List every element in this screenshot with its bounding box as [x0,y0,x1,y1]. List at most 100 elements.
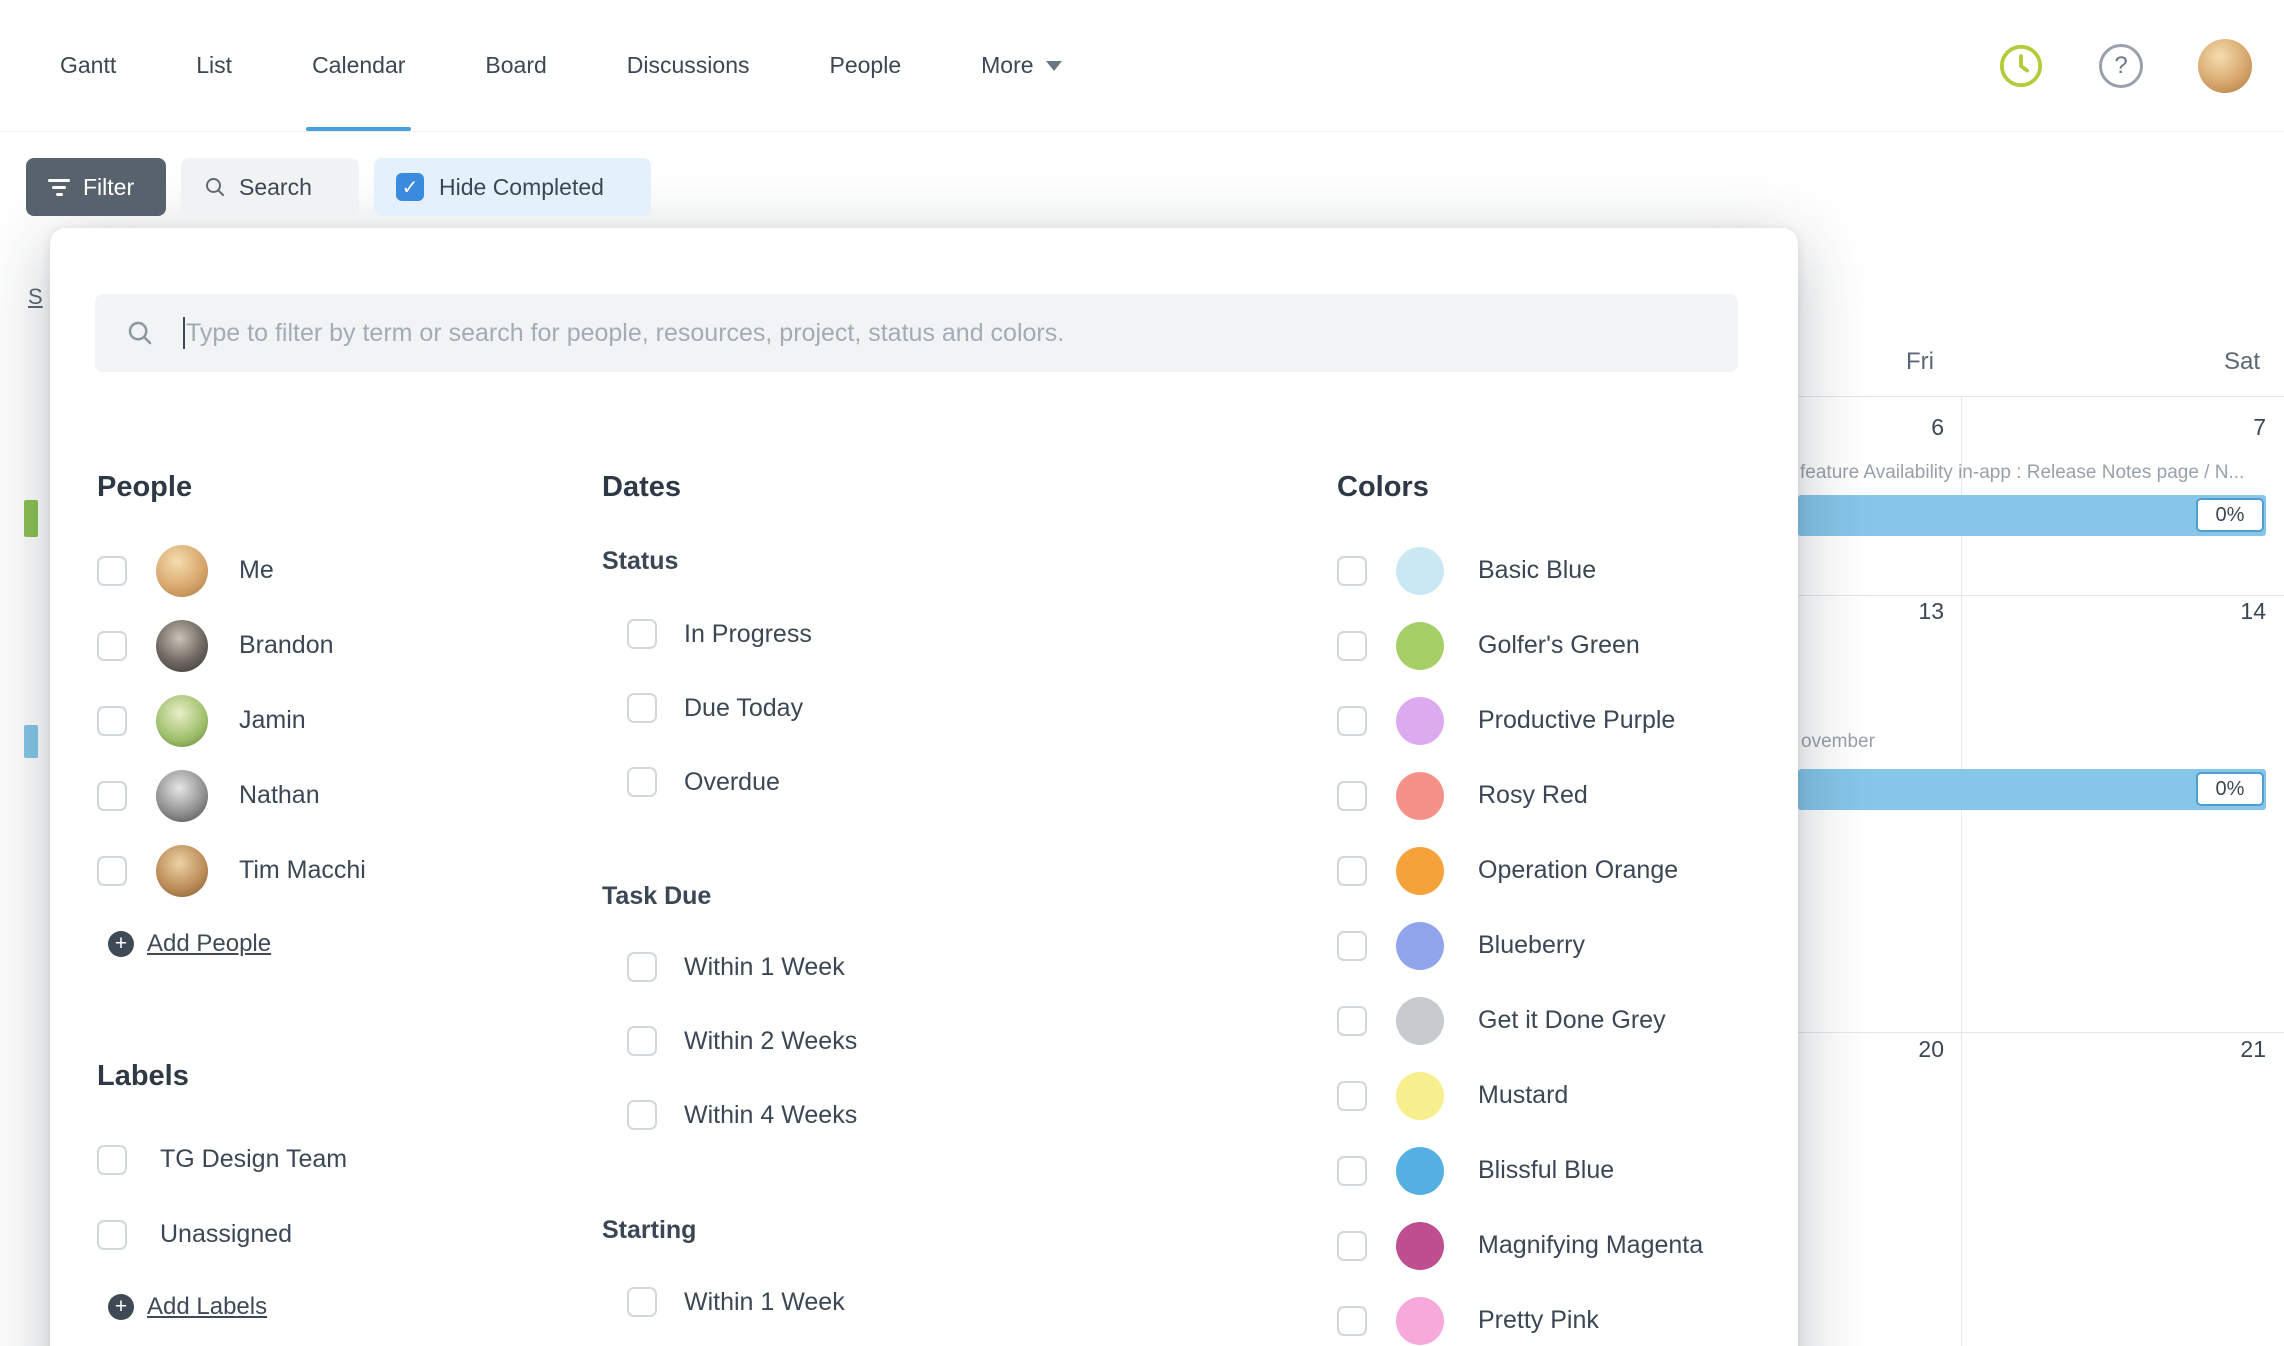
date-cell-21[interactable]: 21 [2196,1036,2266,1063]
checkbox[interactable] [1337,1156,1367,1186]
hide-completed-checkbox[interactable] [396,173,424,201]
color-row[interactable]: Productive Purple [1337,683,1767,758]
checkbox[interactable] [627,693,657,723]
tab-more[interactable]: More [981,0,1061,131]
color-name: Pretty Pink [1478,1306,1599,1335]
color-name: Operation Orange [1478,856,1678,885]
color-swatch [1396,1297,1444,1345]
color-row[interactable]: Magnifying Magenta [1337,1208,1767,1283]
checkbox[interactable] [1337,1006,1367,1036]
checkbox[interactable] [97,556,127,586]
time-tracking-button[interactable] [1998,43,2044,89]
task-due-option-row[interactable]: Within 4 Weeks [602,1078,1002,1152]
task-bar-fragment-blue[interactable] [24,725,38,758]
checkbox[interactable] [1337,1081,1367,1111]
grid-line [1798,1032,2284,1033]
hide-completed-toggle[interactable]: Hide Completed [374,158,651,216]
person-row[interactable]: Nathan [97,758,457,833]
tab-label: More [981,52,1033,79]
checkbox[interactable] [1337,1231,1367,1261]
checkbox[interactable] [1337,931,1367,961]
search-button[interactable]: Search [181,158,359,216]
checkbox[interactable] [627,619,657,649]
starting-options: Within 1 Week [602,1265,1002,1339]
task-due-option-row[interactable]: Within 1 Week [602,930,1002,1004]
checkbox[interactable] [97,1220,127,1250]
filter-button[interactable]: Filter [26,158,166,216]
colors-heading: Colors [1337,470,1767,504]
checkbox[interactable] [97,781,127,811]
checkbox[interactable] [97,631,127,661]
label-row[interactable]: TG Design Team [97,1122,457,1197]
color-name: Rosy Red [1478,781,1588,810]
checkbox[interactable] [97,1145,127,1175]
color-row[interactable]: Blissful Blue [1337,1133,1767,1208]
label-row[interactable]: Unassigned [97,1197,457,1272]
user-avatar[interactable] [2198,39,2252,93]
color-swatch [1396,1222,1444,1270]
task-bar[interactable]: 0% [1798,495,2266,536]
date-cell-13[interactable]: 13 [1874,598,1944,625]
add-labels-link[interactable]: Add Labels [97,1282,457,1332]
color-row[interactable]: Mustard [1337,1058,1767,1133]
date-cell-7[interactable]: 7 [2196,414,2266,441]
checkbox[interactable] [1337,1306,1367,1336]
people-section: People Me Brandon Jamin [97,470,457,969]
plus-icon [108,931,134,957]
filter-search-input[interactable] [155,294,1738,372]
add-people-link[interactable]: Add People [97,919,457,969]
checkbox[interactable] [97,856,127,886]
task-bar[interactable]: 0% [1798,769,2266,810]
checkbox[interactable] [1337,781,1367,811]
person-row[interactable]: Me [97,533,457,608]
color-row[interactable]: Basic Blue [1337,533,1767,608]
tab-gantt[interactable]: Gantt [60,0,116,131]
task-due-option-row[interactable]: Within 2 Weeks [602,1004,1002,1078]
starting-option-row[interactable]: Within 1 Week [602,1265,1002,1339]
person-row[interactable]: Tim Macchi [97,833,457,908]
color-row[interactable]: Blueberry [1337,908,1767,983]
checkbox[interactable] [1337,856,1367,886]
tab-discussions[interactable]: Discussions [627,0,750,131]
help-button[interactable] [2098,43,2144,89]
date-cell-20[interactable]: 20 [1874,1036,1944,1063]
checkbox[interactable] [627,952,657,982]
date-cell-14[interactable]: 14 [2196,598,2266,625]
checkbox[interactable] [627,1026,657,1056]
color-row[interactable]: Rosy Red [1337,758,1767,833]
people-list: Me Brandon Jamin Nathan [97,533,457,908]
status-option-row[interactable]: In Progress [602,597,1002,671]
person-name: Tim Macchi [239,856,366,885]
checkbox[interactable] [627,767,657,797]
filter-search-box[interactable] [95,294,1738,372]
date-cell-6[interactable]: 6 [1874,414,1944,441]
tab-people[interactable]: People [830,0,902,131]
status-option-row[interactable]: Due Today [602,671,1002,745]
task-bar-fragment-green[interactable] [24,500,38,537]
grid-line [1798,396,2284,397]
color-row[interactable]: Pretty Pink [1337,1283,1767,1346]
labels-section: Labels TG Design Team Unassigned Add Lab… [97,1059,457,1332]
tab-board[interactable]: Board [485,0,546,131]
label-name: Unassigned [160,1220,292,1249]
color-row[interactable]: Golfer's Green [1337,608,1767,683]
checkbox[interactable] [627,1100,657,1130]
checkbox[interactable] [1337,631,1367,661]
checkbox[interactable] [1337,556,1367,586]
calendar-left-link-fragment[interactable]: S [28,284,43,310]
person-name: Jamin [239,706,306,735]
color-swatch [1396,772,1444,820]
color-name: Blueberry [1478,931,1585,960]
checkbox[interactable] [627,1287,657,1317]
clock-icon [1998,43,2044,89]
status-option-row[interactable]: Overdue [602,745,1002,819]
color-swatch [1396,622,1444,670]
checkbox[interactable] [97,706,127,736]
person-row[interactable]: Brandon [97,608,457,683]
checkbox[interactable] [1337,706,1367,736]
color-row[interactable]: Operation Orange [1337,833,1767,908]
tab-calendar[interactable]: Calendar [312,0,405,131]
person-row[interactable]: Jamin [97,683,457,758]
tab-list[interactable]: List [196,0,232,131]
color-row[interactable]: Get it Done Grey [1337,983,1767,1058]
